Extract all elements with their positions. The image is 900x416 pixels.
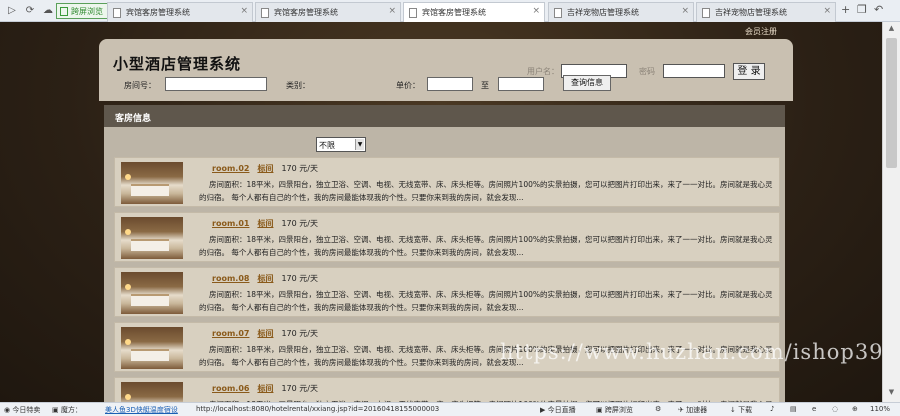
login-button[interactable]: 登 录 <box>733 63 765 80</box>
layout-icon[interactable]: ▤ <box>790 405 797 413</box>
price-to-label: 至 <box>481 81 489 90</box>
vertical-scrollbar[interactable]: ▲ ▼ <box>882 22 900 402</box>
room-type: 标间 <box>257 329 274 338</box>
room-card: room.01 标间 170 元/天 房间面积：18平米，四景阳台，独立卫浴、空调、… <box>114 212 780 262</box>
chevron-down-icon: ▼ <box>355 139 364 150</box>
member-register-link[interactable]: 会员注册 <box>745 26 777 37</box>
room-price: 170 元/天 <box>281 164 318 173</box>
promo-link[interactable]: 美人鱼3D快艇温度宿设 <box>105 405 178 415</box>
close-tab-icon[interactable]: × <box>532 6 540 16</box>
room-title: room.07 标间 170 元/天 <box>212 328 318 339</box>
ie-icon[interactable]: e <box>812 405 816 413</box>
scroll-thumb[interactable] <box>886 38 897 168</box>
close-tab-icon[interactable]: × <box>388 6 396 16</box>
room-number-link[interactable]: room.02 <box>212 164 249 173</box>
room-number-input[interactable] <box>165 77 267 91</box>
scroll-down-icon[interactable]: ▼ <box>885 388 898 400</box>
room-title: room.02 标间 170 元/天 <box>212 163 318 174</box>
browser-tab-1[interactable]: 宾馆客房管理系统 × <box>107 2 253 22</box>
room-type: 标间 <box>257 274 274 283</box>
page-icon <box>702 8 710 18</box>
status-url: http://localhost:8080/hotelrental/xxiang… <box>196 405 440 413</box>
room-title: room.01 标间 170 元/天 <box>212 218 318 229</box>
room-type: 标间 <box>257 219 274 228</box>
username-label: 用户名： <box>527 67 559 76</box>
browser-status-bar: ◉ 今日特卖 ▣ 魔方： 美人鱼3D快艇温度宿设 http://localhos… <box>0 402 900 416</box>
cross-screen-item[interactable]: ▣ 跨屏浏览 <box>596 405 633 415</box>
room-type: 标间 <box>257 384 274 393</box>
new-tab-icon[interactable]: + <box>841 3 850 16</box>
room-number-link[interactable]: room.08 <box>212 274 249 283</box>
type-label: 类别： <box>286 81 310 90</box>
site-title: 小型酒店管理系统 <box>113 55 242 73</box>
room-card: room.08 标间 170 元/天 房间面积：18平米，四景阳台，独立卫浴、空调、… <box>114 267 780 317</box>
page-icon <box>409 8 417 18</box>
close-tab-icon[interactable]: × <box>681 6 689 16</box>
room-type: 标间 <box>257 164 274 173</box>
browser-tab-2[interactable]: 宾馆客房管理系统 × <box>255 2 401 22</box>
zoom-icon[interactable]: ⊕ <box>852 405 858 413</box>
today-focus-item[interactable]: ◉ 今日特卖 <box>4 405 40 415</box>
price-max-input[interactable] <box>498 77 544 91</box>
magic-label: ▣ 魔方： <box>52 406 82 414</box>
room-description: 房间面积：18平米，四景阳台，独立卫浴、空调、电视、无线宽带、床、床头柜等。房间… <box>199 290 773 312</box>
settings-icon[interactable]: ⚙ <box>655 405 661 413</box>
zoom-level[interactable]: 110% <box>870 405 890 413</box>
page-viewport: 会员注册 小型酒店管理系统 用户名： 密码 登 录 客房信息 房间号： 类别： … <box>0 22 882 402</box>
room-photo[interactable] <box>121 217 183 259</box>
room-number-link[interactable]: room.06 <box>212 384 249 393</box>
room-photo[interactable] <box>121 162 183 204</box>
notify-icon[interactable]: ◌ <box>832 405 838 413</box>
password-input[interactable] <box>663 64 725 78</box>
page-icon <box>554 8 562 18</box>
room-card: room.06标间170 元/天 房间面积：18平米，四景阳台，独立卫浴、空调、… <box>114 377 780 402</box>
tab-list-icon[interactable]: ❐ <box>857 3 867 16</box>
sidebar-toggle-icon[interactable]: ▷ <box>4 3 20 19</box>
section-title: 客房信息 <box>104 105 785 127</box>
browser-tab-4[interactable]: 吉祥宠物店管理系统 × <box>548 2 694 22</box>
room-price: 170 元/天 <box>281 219 318 228</box>
close-tab-icon[interactable]: × <box>823 6 831 16</box>
price-min-input[interactable] <box>427 77 473 91</box>
search-button[interactable]: 查询信息 <box>563 75 611 91</box>
site-header: 小型酒店管理系统 用户名： 密码 登 录 <box>99 39 793 101</box>
room-photo[interactable] <box>121 272 183 314</box>
close-tab-icon[interactable]: × <box>240 6 248 16</box>
download-item[interactable]: ↓ 下载 <box>730 405 752 415</box>
room-description: 房间面积：18平米，四景阳台，独立卫浴、空调、电视、无线宽带、床、床头柜等。房间… <box>199 235 773 257</box>
browser-tab-3[interactable]: 宾馆客房管理系统 × <box>403 2 545 22</box>
cloud-icon[interactable]: ☁ <box>40 3 56 19</box>
cross-screen-icon <box>60 7 68 16</box>
browser-tab-bar: ▷ ⟳ ☁ 跨屏浏览 宾馆客房管理系统 × 宾馆客房管理系统 × 宾馆客房管理系… <box>0 0 900 22</box>
page-icon <box>261 8 269 18</box>
room-number-link[interactable]: room.07 <box>212 329 249 338</box>
scroll-up-icon[interactable]: ▲ <box>885 24 898 36</box>
room-photo[interactable] <box>121 327 183 369</box>
volume-icon[interactable]: ♪ <box>770 405 774 413</box>
room-description: 房间面积：18平米，四景阳台，独立卫浴、空调、电视、无线宽带、床、床头柜等。房间… <box>199 180 773 202</box>
page-icon <box>113 8 121 18</box>
room-price: 170 元/天 <box>281 329 318 338</box>
password-label: 密码 <box>639 67 655 76</box>
room-title: room.06 标间 170 元/天 <box>212 383 318 394</box>
room-card: room.02 标间 170 元/天 房间面积：18平米，四景阳台，独立卫浴、空调、… <box>114 157 780 207</box>
reload-icon[interactable]: ⟳ <box>22 3 38 19</box>
room-number-label: 房间号： <box>124 81 156 90</box>
room-photo[interactable] <box>121 382 183 402</box>
room-number-link[interactable]: room.01 <box>212 219 249 228</box>
accelerator-item[interactable]: ✈ 加速器 <box>678 405 707 415</box>
watermark-text: https://www.huzhan.com/ishop39397 <box>500 340 882 364</box>
live-item[interactable]: ▶ 今日直播 <box>540 405 576 415</box>
price-label: 单价： <box>396 81 420 90</box>
browser-tab-5[interactable]: 吉祥宠物店管理系统 × <box>696 2 836 22</box>
undo-close-icon[interactable]: ↶ <box>874 3 883 16</box>
type-select[interactable]: 不限 ▼ <box>316 137 366 152</box>
room-price: 170 元/天 <box>281 274 318 283</box>
cross-screen-tab[interactable]: 跨屏浏览 <box>56 3 108 19</box>
room-price: 170 元/天 <box>281 384 318 393</box>
room-title: room.08 标间 170 元/天 <box>212 273 318 284</box>
